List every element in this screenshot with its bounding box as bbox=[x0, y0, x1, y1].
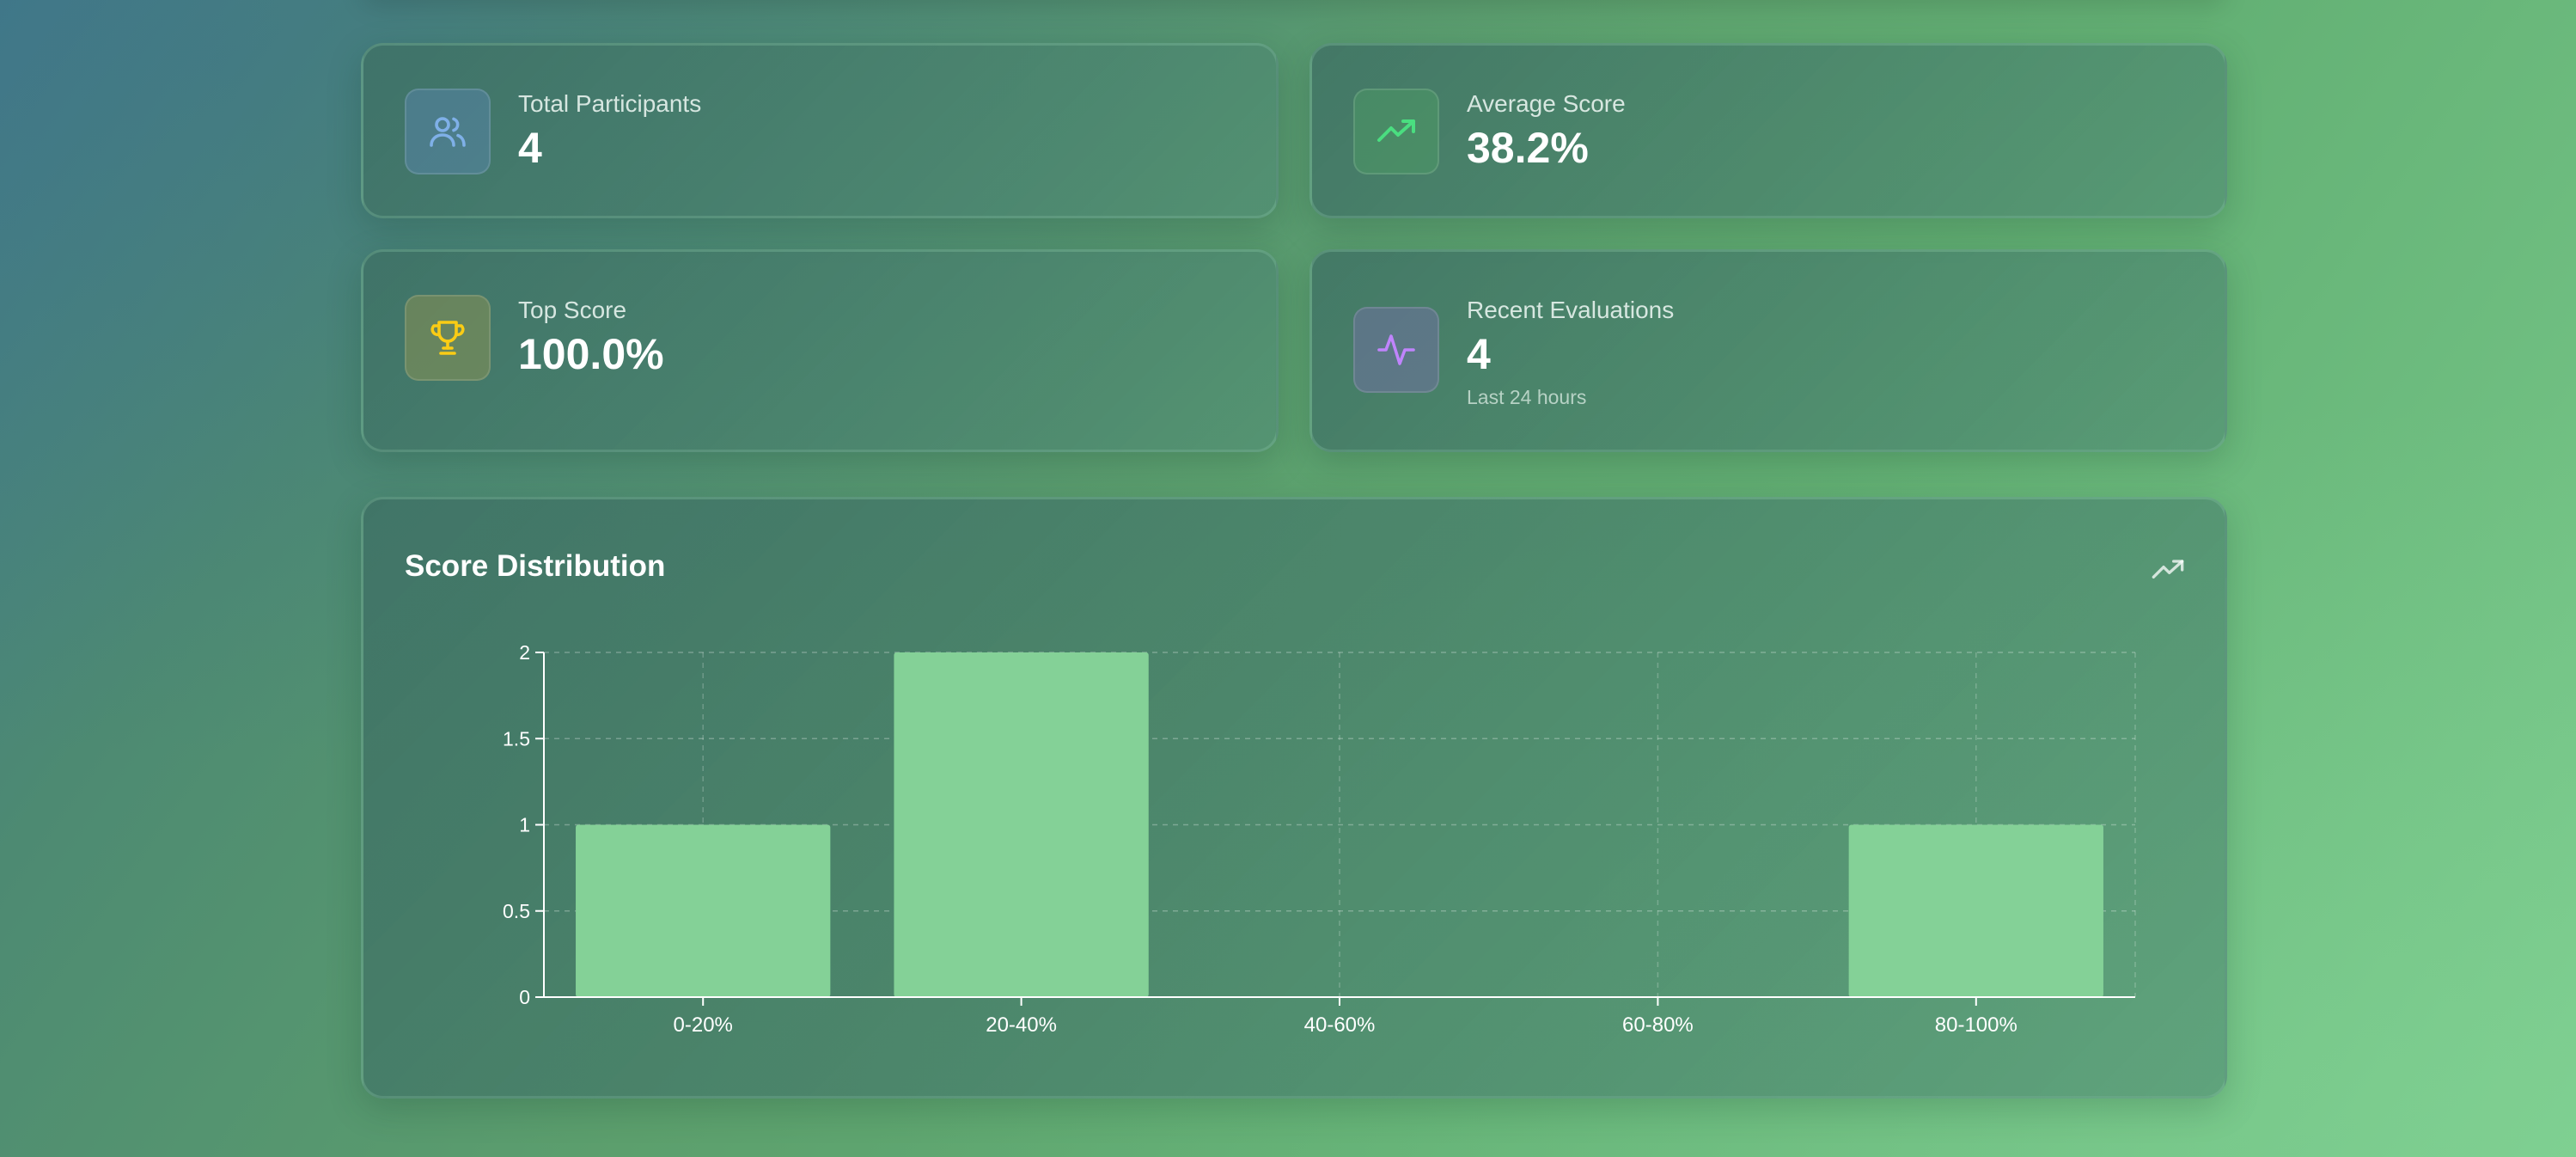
stat-subtext: Last 24 hours bbox=[1467, 386, 1587, 408]
y-tick-label: 1 bbox=[519, 814, 530, 836]
stat-value: 100.0% bbox=[518, 330, 664, 378]
stat-value: 38.2% bbox=[1467, 124, 1589, 172]
y-tick-label: 2 bbox=[519, 641, 530, 664]
stat-card-recent-evaluations: Recent Evaluations 4 Last 24 hours bbox=[1309, 249, 2227, 452]
y-tick-label: 0.5 bbox=[503, 900, 530, 922]
x-tick-label: 0-20% bbox=[674, 1013, 733, 1037]
stat-label: Top Score bbox=[518, 297, 627, 323]
stat-card-average-score: Average Score 38.2% bbox=[1309, 43, 2227, 218]
bar-80-100 bbox=[1848, 824, 2103, 997]
y-tick-label: 0 bbox=[519, 986, 530, 1008]
stat-value: 4 bbox=[518, 124, 542, 172]
stat-value: 4 bbox=[1467, 330, 1491, 378]
stat-card-top-score: Top Score 100.0% bbox=[361, 249, 1279, 452]
trophy-icon bbox=[405, 295, 491, 381]
activity-icon bbox=[1353, 307, 1439, 393]
x-tick-label: 80-100% bbox=[1935, 1013, 2017, 1037]
x-tick-label: 60-80% bbox=[1622, 1013, 1694, 1037]
stat-card-total-participants: Total Participants 4 bbox=[361, 43, 1279, 218]
trending-up-icon bbox=[1353, 89, 1439, 174]
bar-0-20 bbox=[576, 824, 831, 997]
x-tick-label: 40-60% bbox=[1304, 1013, 1376, 1037]
bar-20-40 bbox=[894, 652, 1149, 997]
stat-label: Recent Evaluations bbox=[1467, 297, 1675, 323]
score-distribution-card: Score Distribution 0 0.5 1 1.5 2 0-20% 20-40% 4… bbox=[361, 497, 2227, 1099]
stat-label: Average Score bbox=[1467, 90, 1626, 117]
y-tick-label: 1.5 bbox=[503, 727, 530, 750]
bar-chart: 0 0.5 1 1.5 2 0-20% 20-40% 40-60% 60-80% 80-100% bbox=[503, 641, 2136, 1037]
x-tick-label: 20-40% bbox=[986, 1013, 1057, 1037]
stat-label: Total Participants bbox=[518, 90, 702, 117]
users-icon bbox=[405, 89, 491, 174]
